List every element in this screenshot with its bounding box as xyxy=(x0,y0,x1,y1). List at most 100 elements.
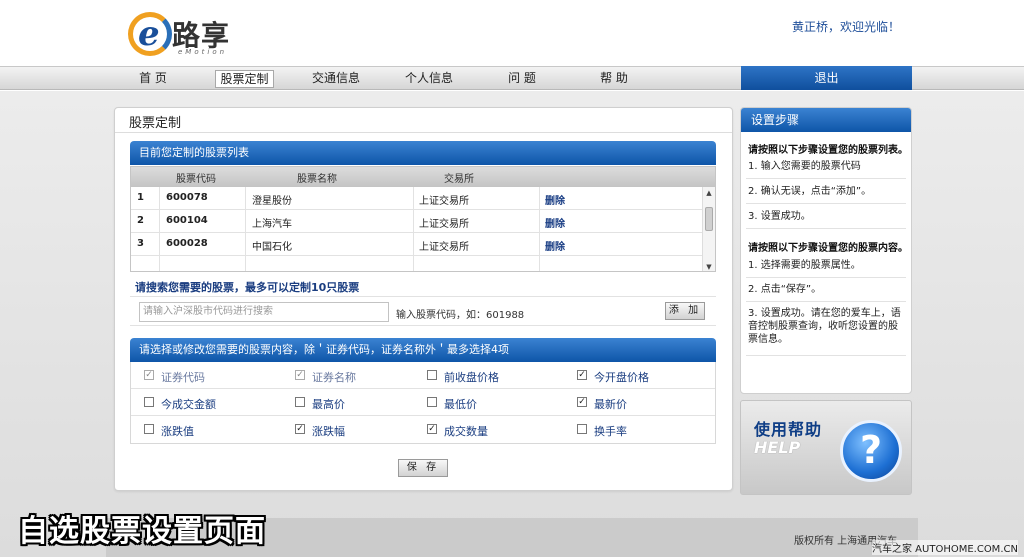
help-title-cn: 使用帮助 xyxy=(754,420,823,439)
header: e 路享 eMotion 黄正桥，欢迎光临！ xyxy=(0,0,1024,66)
table-row: 3 600028 中国石化 上证交易所 删除 xyxy=(131,233,703,256)
scroll-down-icon[interactable]: ▼ xyxy=(703,261,715,271)
checkbox-security-name: ✓ xyxy=(295,370,305,380)
checkbox-change-pct[interactable]: ✓ xyxy=(295,424,305,434)
step-divider xyxy=(746,178,906,179)
stock-list-table: 股票代码 股票名称 交易所 1 600078 澄星股份 上证交易所 删除 2 6… xyxy=(130,166,716,272)
option-label: 最高价 xyxy=(312,398,345,411)
logo-e-icon: e xyxy=(138,14,160,54)
column-header-name: 股票名称 xyxy=(297,174,337,185)
stock-search-input[interactable]: 请输入沪深股市代码进行搜索 xyxy=(139,302,389,322)
checkbox-volume[interactable]: ✓ xyxy=(427,424,437,434)
title-divider xyxy=(115,132,732,133)
stock-options-grid: ✓ 证券代码 ✓ 证券名称 前收盘价格 ✓ 今开盘价格 今成交金额 最高价 最低… xyxy=(130,362,716,444)
delete-link[interactable]: 删除 xyxy=(545,192,565,207)
help-banner[interactable]: 使用帮助 HELP ? xyxy=(740,400,912,495)
delete-link[interactable]: 删除 xyxy=(545,215,565,230)
logout-button[interactable]: 退出 xyxy=(741,66,912,90)
logo-subtitle: eMotion xyxy=(178,48,228,56)
option-label: 最低价 xyxy=(444,398,477,411)
option-label: 今成交金额 xyxy=(161,398,216,411)
nav-item-home[interactable]: 首 页 xyxy=(129,70,177,88)
checkbox-low[interactable] xyxy=(427,397,437,407)
emotion-logo[interactable]: e 路享 eMotion xyxy=(128,8,248,58)
nav-item-traffic[interactable]: 交通信息 xyxy=(305,70,367,88)
checkbox-turnover-rate[interactable] xyxy=(577,424,587,434)
step-item: 2. 点击“保存”。 xyxy=(748,284,822,295)
step-item: 1. 输入您需要的股票代码 xyxy=(748,161,861,172)
nav-item-help[interactable]: 帮 助 xyxy=(590,70,638,88)
step-divider xyxy=(746,228,906,229)
table-scrollbar[interactable]: ▲ ▼ xyxy=(702,187,715,271)
table-header: 股票代码 股票名称 交易所 xyxy=(131,167,715,187)
stock-customize-panel: 股票定制 目前您定制的股票列表 股票代码 股票名称 交易所 1 600078 澄… xyxy=(114,107,733,491)
options-row: 今成交金额 最高价 最低价 ✓ 最新价 xyxy=(131,389,715,416)
options-row: 涨跌值 ✓ 涨跌幅 ✓ 成交数量 换手率 xyxy=(131,416,715,443)
stock-exchange: 上证交易所 xyxy=(419,196,469,207)
welcome-text: 黄正桥，欢迎光临！ xyxy=(791,20,900,34)
stock-name: 上海汽车 xyxy=(252,219,292,230)
stock-code: 600078 xyxy=(166,192,208,203)
help-title-en: HELP xyxy=(754,438,801,457)
option-label: 证券代码 xyxy=(161,371,205,384)
nav-item-personal[interactable]: 个人信息 xyxy=(398,70,460,88)
page-title: 股票定制 xyxy=(129,116,182,131)
stock-exchange: 上证交易所 xyxy=(419,242,469,253)
row-number: 1 xyxy=(137,192,144,203)
row-number: 3 xyxy=(137,238,144,249)
checkbox-today-open[interactable]: ✓ xyxy=(577,370,587,380)
search-hint: 请搜索您需要的股票，最多可以定制10只股票 xyxy=(135,281,360,294)
column-header-exchange: 交易所 xyxy=(444,174,474,185)
scroll-up-icon[interactable]: ▲ xyxy=(703,187,715,199)
checkbox-turnover-amount[interactable] xyxy=(144,397,154,407)
row-number: 2 xyxy=(137,215,144,226)
options-header: 请选择或修改您需要的股票内容，除＇证券代码，证券名称外＇最多选择4项 xyxy=(130,338,716,362)
save-button[interactable]: 保 存 xyxy=(398,459,448,477)
question-mark-icon[interactable]: ? xyxy=(840,420,902,482)
option-label: 涨跌幅 xyxy=(312,425,345,438)
add-button[interactable]: 添 加 xyxy=(665,302,705,320)
stock-code: 600028 xyxy=(166,238,208,249)
step-divider xyxy=(746,355,906,356)
caption-overlay: 自选股票设置页面 xyxy=(18,514,266,549)
options-row: ✓ 证券代码 ✓ 证券名称 前收盘价格 ✓ 今开盘价格 xyxy=(131,362,715,389)
delete-link[interactable]: 删除 xyxy=(545,238,565,253)
step-item: 1. 选择需要的股票属性。 xyxy=(748,260,861,271)
table-row: 2 600104 上海汽车 上证交易所 删除 xyxy=(131,210,703,233)
option-label: 最新价 xyxy=(594,398,627,411)
step-divider xyxy=(746,301,906,302)
stock-list-header: 目前您定制的股票列表 xyxy=(130,141,716,165)
step-divider xyxy=(746,277,906,278)
watermark: 汽车之家 AUTOHOME.COM.CN xyxy=(872,540,1018,555)
option-label: 涨跌值 xyxy=(161,425,194,438)
stock-code: 600104 xyxy=(166,215,208,226)
step-divider xyxy=(746,203,906,204)
nav-item-stock[interactable]: 股票定制 xyxy=(215,70,274,88)
stock-name: 澄星股份 xyxy=(252,196,292,207)
stock-name: 中国石化 xyxy=(252,242,292,253)
nav-item-questions[interactable]: 问 题 xyxy=(498,70,546,88)
option-label: 成交数量 xyxy=(444,425,488,438)
checkbox-prev-close[interactable] xyxy=(427,370,437,380)
option-label: 今开盘价格 xyxy=(594,371,649,384)
steps-section-title: 请按照以下步骤设置您的股票内容。 xyxy=(748,243,908,254)
checkbox-latest[interactable]: ✓ xyxy=(577,397,587,407)
steps-section-title: 请按照以下步骤设置您的股票列表。 xyxy=(748,145,908,156)
checkbox-high[interactable] xyxy=(295,397,305,407)
column-header-code: 股票代码 xyxy=(176,174,216,185)
setup-steps-panel: 设置步骤 请按照以下步骤设置您的股票列表。 1. 输入您需要的股票代码 2. 确… xyxy=(740,107,912,394)
steps-title: 设置步骤 xyxy=(741,108,911,132)
stock-exchange: 上证交易所 xyxy=(419,219,469,230)
step-item: 2. 确认无误，点击“添加”。 xyxy=(748,186,872,197)
table-row: 1 600078 澄星股份 上证交易所 删除 xyxy=(131,187,703,210)
checkbox-change-value[interactable] xyxy=(144,424,154,434)
search-example-label: 输入股票代码，如：601988 xyxy=(396,310,525,321)
scroll-thumb[interactable] xyxy=(705,207,713,231)
option-label: 前收盘价格 xyxy=(444,371,499,384)
option-label: 换手率 xyxy=(594,425,627,438)
checkbox-security-code: ✓ xyxy=(144,370,154,380)
search-row: 请输入沪深股市代码进行搜索 输入股票代码，如：601988 添 加 xyxy=(130,296,716,326)
option-label: 证券名称 xyxy=(312,371,356,384)
step-item: 3. 设置成功。 xyxy=(748,211,811,222)
step-item: 3. 设置成功。请在您的爱车上，语音控制股票查询，收听您设置的股票信息。 xyxy=(748,308,901,345)
